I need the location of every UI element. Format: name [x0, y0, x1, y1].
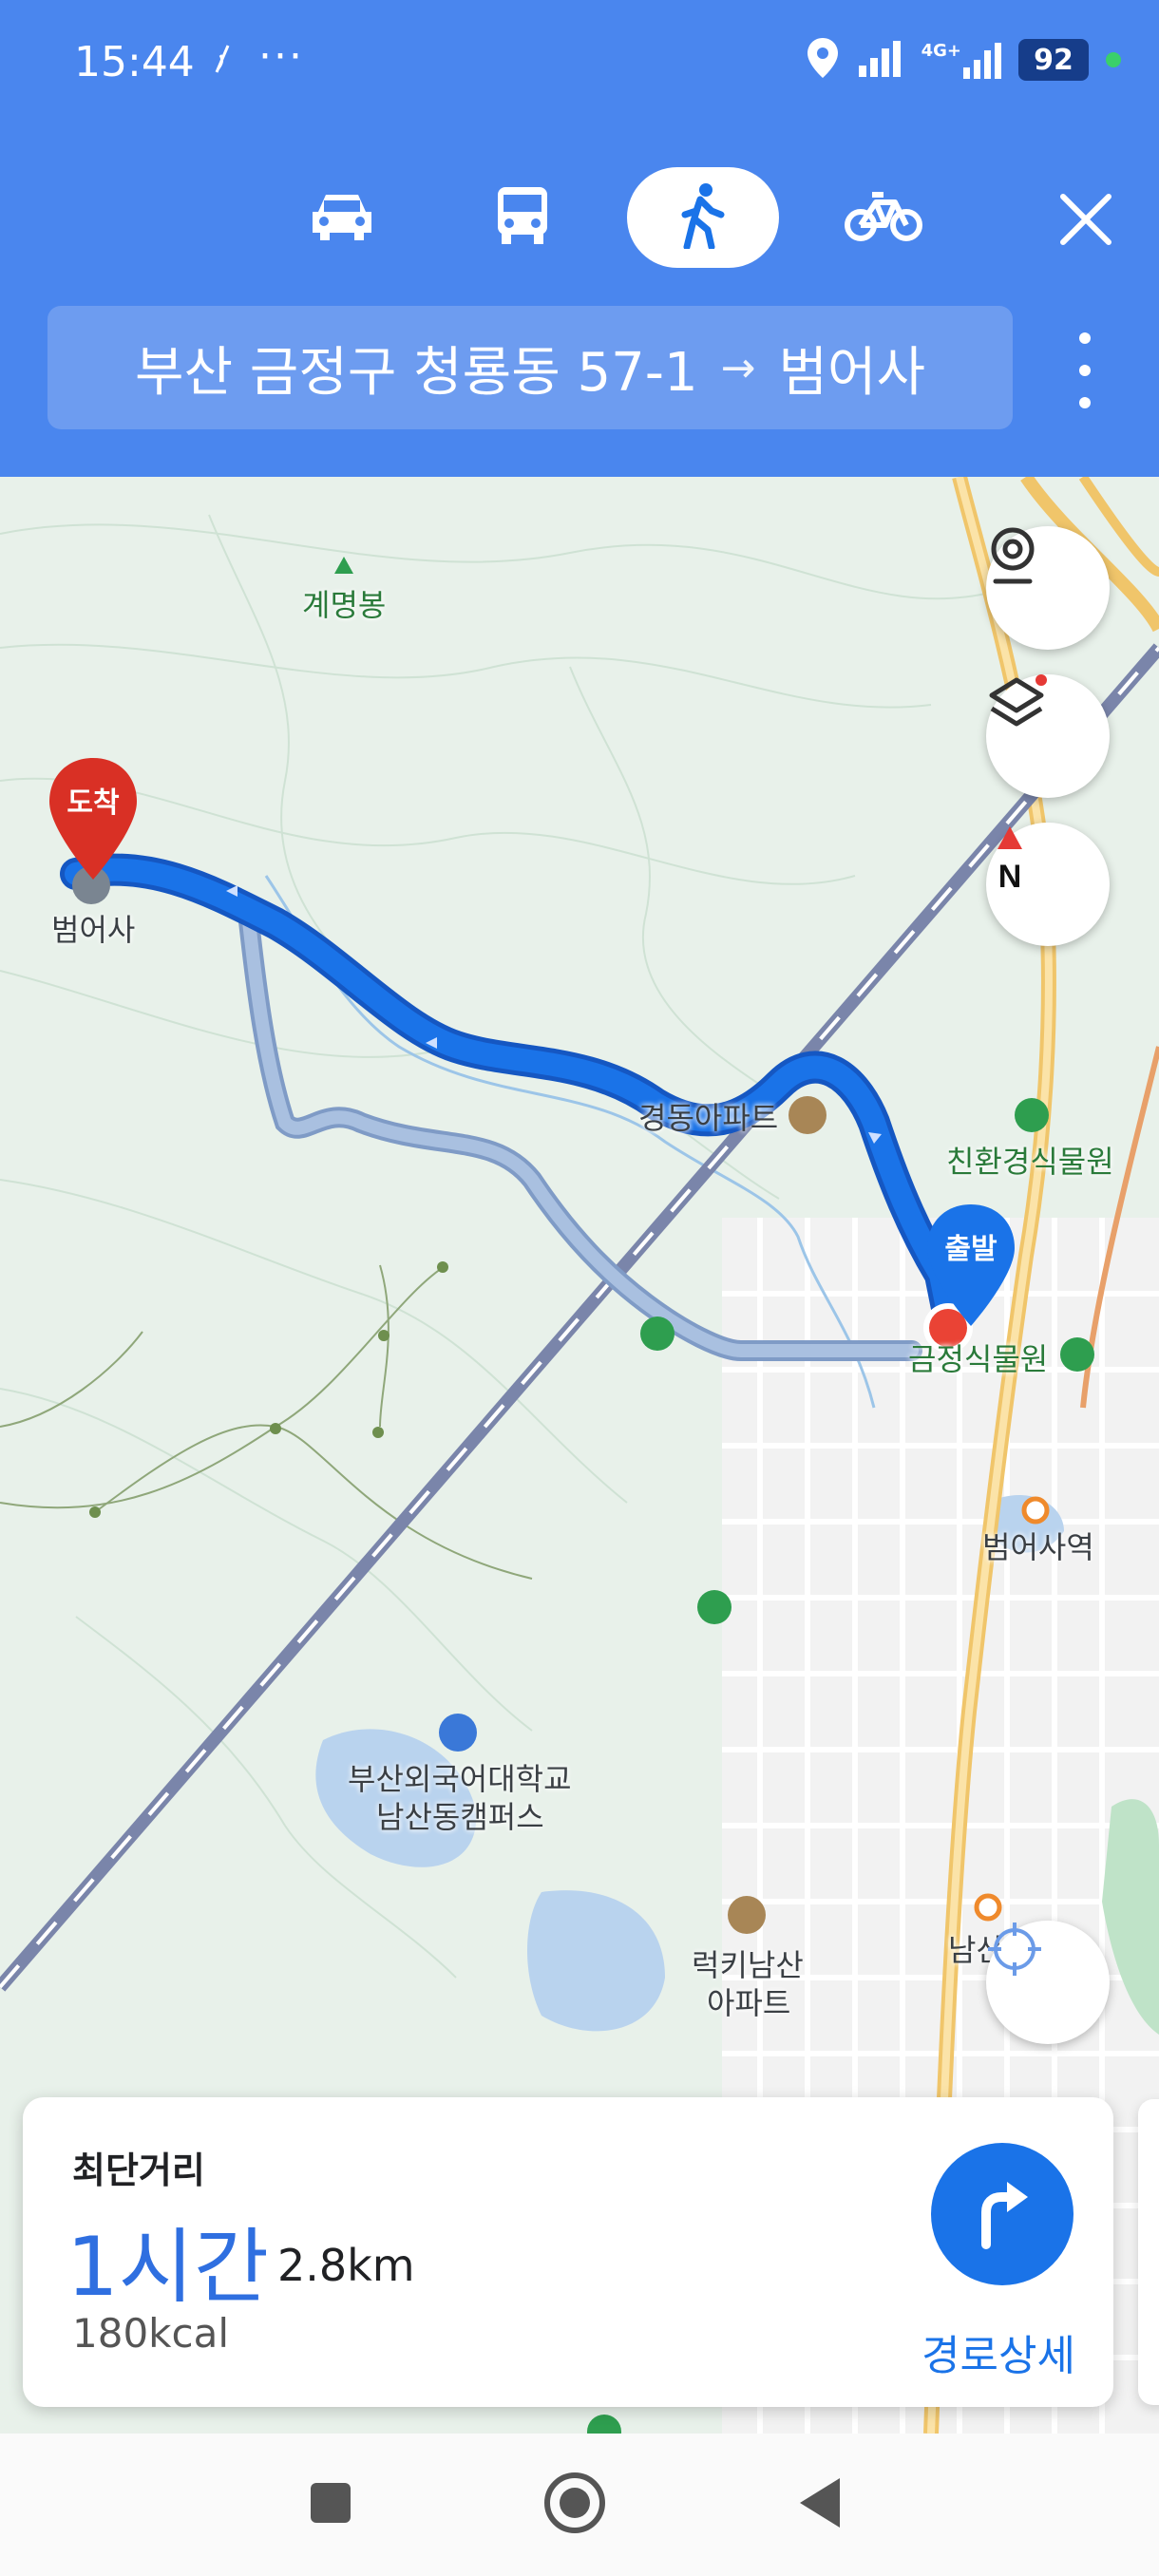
status-dots: ···: [258, 32, 304, 81]
map-label-arboretum[interactable]: 친환경식물원: [946, 1138, 1114, 1182]
map-label-univ-line2[interactable]: 남산동캠퍼스: [376, 1793, 544, 1837]
status-bar: 15:44 ··· 4G+ 92: [0, 0, 1159, 123]
layers-button[interactable]: [986, 674, 1110, 798]
map-label-station[interactable]: 범어사역: [982, 1524, 1094, 1567]
route-origin: 부산 금정구 청룡동 57-1: [134, 341, 698, 404]
map-label-apartment1[interactable]: 경동아파트: [638, 1094, 778, 1138]
route-calories: 180kcal: [72, 2310, 229, 2357]
arrival-pin[interactable]: 도착: [46, 754, 141, 887]
status-time: 15:44: [74, 38, 195, 86]
route-card[interactable]: 최단거리 1시간 2.8km 180kcal 경로상세: [23, 2097, 1113, 2407]
bus-icon: [494, 185, 551, 250]
route-destination: 범어사: [778, 341, 926, 404]
car-icon: [309, 189, 375, 246]
app-root: 15:44 ··· 4G+ 92 부산 금정구 청룡동 57-1 → 범어사 도…: [0, 0, 1159, 2576]
route-details-button[interactable]: [931, 2143, 1074, 2285]
street-view-button[interactable]: [986, 526, 1110, 650]
back-button[interactable]: [777, 2462, 863, 2548]
route-card-title: 최단거리: [72, 2150, 205, 2191]
map-label-apartment2-line2[interactable]: 아파트: [707, 1979, 790, 2023]
next-route-card-peek[interactable]: [1138, 2099, 1159, 2405]
svg-text:N: N: [998, 859, 1022, 895]
system-nav-bar: [0, 2434, 1159, 2576]
header: 15:44 ··· 4G+ 92 부산 금정구 청룡동 57-1 → 범어사: [0, 0, 1159, 477]
privacy-indicator: [1106, 52, 1121, 67]
arrival-pin-label: 도착: [66, 786, 120, 820]
tab-bike[interactable]: [808, 167, 960, 268]
walk-icon: [679, 182, 727, 253]
signal-4g-icon: 4G+: [922, 41, 1001, 79]
signal-icon: [857, 39, 904, 81]
network-type: 4G+: [921, 41, 961, 61]
back-icon: [796, 2474, 844, 2535]
map-label-peak[interactable]: 계명봉: [302, 581, 386, 625]
turn-right-arrow-icon: [969, 2174, 1036, 2254]
map-label-temple[interactable]: 범어사: [51, 906, 135, 950]
home-icon: [542, 2470, 608, 2540]
route-duration: 1시간: [66, 2220, 269, 2315]
more-icon-dot: [1079, 365, 1091, 376]
bike-icon: [844, 187, 923, 248]
departure-pin-label: 출발: [944, 1233, 998, 1266]
tab-car[interactable]: [266, 167, 418, 268]
more-icon-dot: [1079, 397, 1091, 408]
route-summary[interactable]: 부산 금정구 청룡동 57-1 → 범어사: [48, 306, 1013, 429]
location-icon: [806, 36, 840, 84]
status-right: 4G+ 92: [806, 36, 1121, 84]
compass-button[interactable]: N: [986, 823, 1110, 946]
more-options-button[interactable]: [1066, 332, 1104, 408]
close-button[interactable]: [1053, 188, 1119, 255]
map-label-start-area[interactable]: 금정식물원: [908, 1335, 1048, 1379]
home-button[interactable]: [532, 2462, 618, 2548]
route-arrow: →: [720, 343, 756, 392]
pin-shape: [927, 1204, 1015, 1326]
route-details-label[interactable]: 경로상세: [922, 2321, 1075, 2382]
departure-pin[interactable]: 출발: [923, 1201, 1018, 1334]
travel-mode-tabs: [266, 167, 960, 268]
pin-shape: [49, 758, 137, 880]
tab-transit[interactable]: [446, 167, 598, 268]
more-icon-dot: [1079, 332, 1091, 344]
battery-indicator: 92: [1018, 39, 1089, 81]
recents-icon: [307, 2479, 354, 2530]
tab-walk[interactable]: [627, 167, 779, 268]
close-icon: [1057, 191, 1114, 252]
route-distance: 2.8km: [277, 2240, 415, 2291]
recents-button[interactable]: [288, 2462, 373, 2548]
nfc-icon: [211, 42, 234, 85]
my-location-button[interactable]: [986, 1921, 1110, 2044]
